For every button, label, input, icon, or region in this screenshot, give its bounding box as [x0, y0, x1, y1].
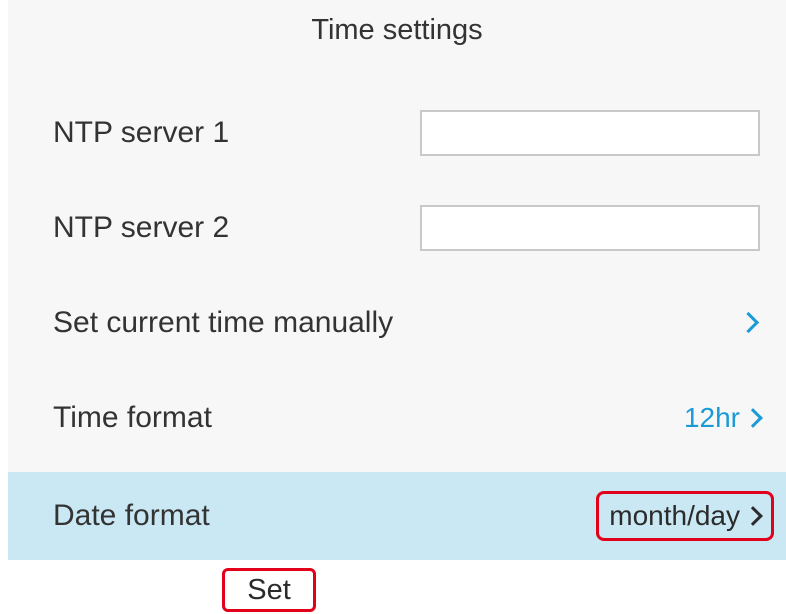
- screen-edge: [0, 0, 8, 560]
- set-softkey-button[interactable]: Set: [222, 568, 316, 612]
- page-title: Time settings: [311, 14, 483, 46]
- date-format-value: month/day: [609, 500, 740, 531]
- setting-row-date-format[interactable]: Date format month/day: [8, 472, 786, 560]
- date-format-selector[interactable]: month/day: [596, 491, 774, 541]
- setting-label: Date format: [53, 499, 210, 532]
- time-format-value: 12hr: [683, 402, 740, 433]
- chevron-right-icon: [743, 408, 763, 428]
- setting-row-ntp-server-1[interactable]: NTP server 1: [8, 88, 786, 178]
- phone-screen: Time settings NTP server 1 NTP server 2 …: [0, 0, 786, 560]
- ntp-server-2-input[interactable]: [420, 205, 760, 251]
- time-format-selector[interactable]: 12hr: [684, 402, 764, 434]
- setting-row-ntp-server-2[interactable]: NTP server 2: [8, 183, 786, 273]
- ntp-server-1-input[interactable]: [420, 110, 760, 156]
- setting-label: NTP server 2: [53, 211, 230, 244]
- chevron-right-icon[interactable]: [737, 311, 760, 334]
- setting-label: Set current time manually: [53, 306, 394, 339]
- setting-row-time-format[interactable]: Time format 12hr: [8, 373, 786, 463]
- setting-label: NTP server 1: [53, 116, 230, 149]
- chevron-right-icon: [743, 506, 763, 526]
- setting-label: Time format: [53, 401, 212, 434]
- setting-row-set-time-manually[interactable]: Set current time manually: [8, 278, 786, 368]
